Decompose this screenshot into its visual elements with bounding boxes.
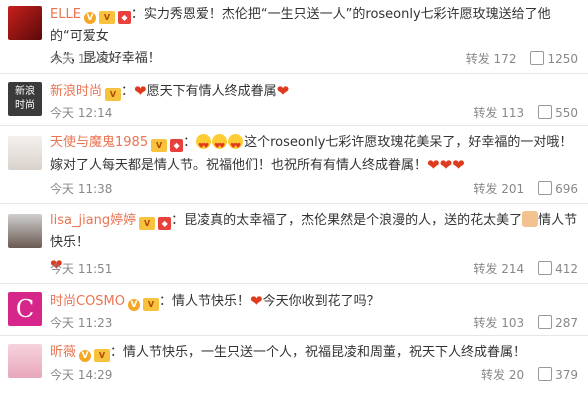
repost-label: 转发 (465, 52, 490, 66)
like-count: 550 (555, 106, 578, 120)
avatar-text: C (15, 295, 35, 323)
vip-icon: V (143, 298, 160, 311)
comment-content: 昕薇 V V ：情人节快乐，一生只送一个人，祝福昆凌和周董，祝天下人终成眷属！ (50, 342, 578, 364)
comment-text: 这个roseonly七彩许愿玫瑰花美呆了，好幸福的一对哦！ (244, 135, 573, 150)
comment-text: ：昆凌真的太幸福了，杰伦果然是个浪漫的人，送的花太美了 (171, 213, 523, 228)
like-count: 379 (555, 368, 578, 382)
verified-icon: V (128, 299, 141, 311)
comment-item: 天使与魔鬼1985V◆：这个roseonly七彩许愿玫瑰花美呆了，好幸福的一对哦… (0, 126, 588, 204)
repost-button[interactable]: 转发 20 (481, 366, 524, 383)
username[interactable]: 昕薇 (50, 345, 76, 360)
repost-label: 转发 (473, 316, 498, 330)
avatar[interactable]: C (8, 292, 42, 326)
username[interactable]: ELLE (50, 7, 81, 22)
comment-content: 天使与魔鬼1985V◆：这个roseonly七彩许愿玫瑰花美呆了，好幸福的一对哦… (50, 132, 578, 177)
thumbs-up-icon (538, 367, 553, 381)
red-badge-icon: ◆ (117, 11, 131, 24)
like-count: 287 (555, 316, 578, 330)
username[interactable]: 时尚COSMO (50, 294, 125, 309)
thumbs-up-icon (538, 105, 553, 119)
avatar[interactable] (8, 344, 42, 378)
comment-text: 嫁对了人每天都是情人节。祝福他们！也祝所有有情人终成眷属！ (50, 158, 428, 173)
heart-emoji-icon: ❤ (452, 156, 465, 174)
repost-count: 172 (493, 52, 517, 66)
heart-emoji-icon: ❤ (276, 82, 290, 100)
like-button[interactable]: 412 (538, 261, 578, 276)
avatar-text: 时尚 (15, 100, 35, 111)
avatar[interactable] (8, 6, 42, 40)
like-count: 412 (555, 262, 578, 276)
repost-button[interactable]: 转发 201 (473, 180, 524, 197)
repost-button[interactable]: 转发 172 (466, 50, 517, 67)
like-button[interactable]: 287 (538, 315, 578, 330)
verified-icon: V (79, 350, 92, 362)
repost-count: 201 (501, 182, 525, 196)
thumbs-up-icon (530, 51, 545, 65)
red-badge-icon: ◆ (170, 139, 184, 152)
comment-text: ：情人节快乐！ (159, 294, 251, 309)
avatar[interactable] (8, 136, 42, 170)
comment-actions: 转发 201 696 (473, 180, 578, 197)
heart-emoji-icon: ❤ (427, 156, 440, 174)
repost-label: 转发 (473, 106, 498, 120)
vip-icon: V (139, 217, 156, 230)
repost-button[interactable]: 转发 113 (473, 104, 524, 121)
username[interactable]: 天使与魔鬼1985 (50, 135, 148, 150)
thumbs-up-icon (538, 315, 553, 329)
username[interactable]: lisa_jiang婷婷 (50, 213, 136, 228)
comment-item: lisa_jiang婷婷 V ◆ ：昆凌真的太幸福了，杰伦果然是个浪漫的人，送的花太美… (0, 204, 588, 284)
heart-eyes-emoji-icon (228, 134, 244, 157)
thumbs-up-emoji-icon (522, 211, 539, 227)
comment-item: 昕薇 V V ：情人节快乐，一生只送一个人，祝福昆凌和周董，祝天下人终成眷属！ 今天 … (0, 336, 588, 411)
comment-item: C 时尚COSMO V V ：情人节快乐！❤今天你收到花了吗？ 今天 11:23 转发… (0, 284, 588, 336)
comment-actions: 转发 20 379 (481, 366, 578, 383)
heart-emoji-icon: ❤ (134, 82, 147, 100)
comment-content: 时尚COSMO V V ：情人节快乐！❤今天你收到花了吗？ (50, 290, 578, 313)
like-count: 1250 (547, 52, 578, 66)
comment-actions: 转发 214 412 (473, 260, 578, 277)
repost-button[interactable]: 转发 103 (473, 314, 524, 331)
repost-count: 20 (508, 368, 525, 382)
like-button[interactable]: 696 (538, 181, 578, 196)
heart-eyes-emoji-icon (212, 134, 228, 157)
avatar[interactable] (8, 214, 42, 248)
comment-text: 愿天下有情人终成眷属 (146, 84, 277, 99)
repost-count: 214 (501, 262, 525, 276)
avatar[interactable]: 新浪 时尚 (8, 82, 42, 116)
vip-icon: V (151, 139, 168, 152)
comment-content: 新浪时尚 V ：❤愿天下有情人终成眷属❤ (50, 82, 290, 101)
avatar-text: 新浪 (15, 86, 35, 97)
comment-actions: 转发 113 550 (473, 104, 578, 121)
like-button[interactable]: 1250 (530, 51, 578, 66)
repost-count: 103 (501, 316, 525, 330)
heart-emoji-icon: ❤ (439, 156, 453, 174)
username[interactable]: 新浪时尚 (50, 84, 102, 99)
comment-feed: ELLE V V ◆ ：实力秀恩爱！杰伦把“一生只送一人”的roseonly七彩许愿玫瑰… (0, 0, 588, 411)
heart-emoji-icon: ❤ (250, 292, 263, 310)
vip-icon: V (94, 349, 111, 362)
like-count: 696 (555, 182, 578, 196)
comment-item: 新浪 时尚 新浪时尚 V ：❤愿天下有情人终成眷属❤ 今天 12:14 转发 113… (0, 74, 588, 126)
red-badge-icon: ◆ (158, 217, 172, 230)
repost-label: 转发 (473, 262, 498, 276)
comment-item: ELLE V V ◆ ：实力秀恩爱！杰伦把“一生只送一人”的roseonly七彩许愿玫瑰… (0, 0, 588, 74)
thumbs-up-icon (538, 181, 553, 195)
vip-icon: V (98, 11, 115, 24)
repost-label: 转发 (480, 368, 505, 382)
heart-eyes-emoji-icon (196, 134, 212, 157)
repost-count: 113 (501, 106, 525, 120)
like-button[interactable]: 550 (538, 105, 578, 120)
like-button[interactable]: 379 (538, 367, 578, 382)
comment-actions: 转发 103 287 (473, 314, 578, 331)
repost-button[interactable]: 转发 214 (473, 260, 524, 277)
comment-text: 今天你收到花了吗？ (262, 294, 380, 309)
repost-label: 转发 (473, 182, 498, 196)
verified-icon: V (83, 12, 96, 24)
comment-text: ：情人节快乐，一生只送一个人，祝福昆凌和周董，祝天下人终成眷属！ (110, 345, 527, 360)
thumbs-up-icon (538, 261, 553, 275)
comment-actions: 转发 172 1250 (466, 50, 578, 67)
vip-icon: V (105, 88, 122, 101)
